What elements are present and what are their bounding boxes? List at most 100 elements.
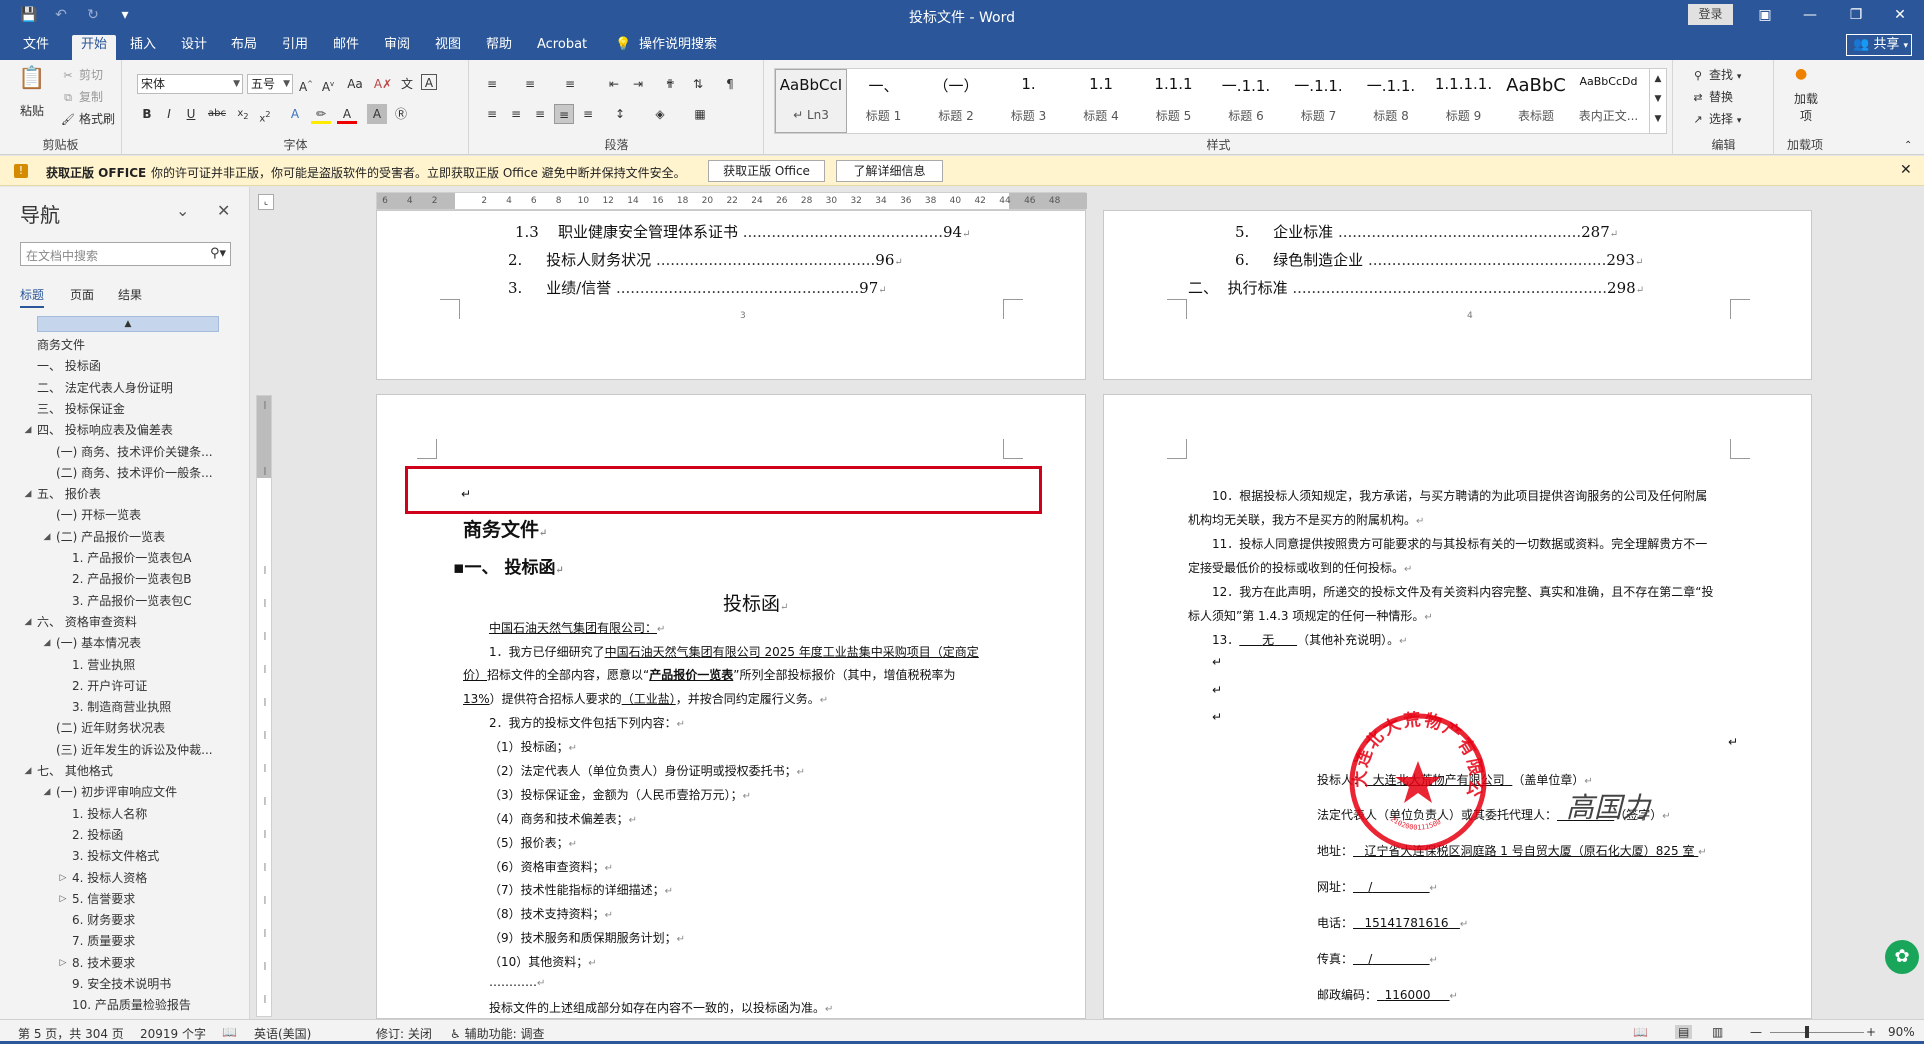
paragraph[interactable]: 1．我方已仔细研究了中国石油天然气集团有限公司 2025 年度工业盐集中采购项目… bbox=[489, 643, 979, 660]
change-case-icon[interactable]: Aa bbox=[345, 74, 365, 94]
vertical-ruler[interactable]: | | | | | | | | | | | | | | | | bbox=[256, 395, 272, 1017]
expand-icon[interactable]: ▷ bbox=[58, 953, 68, 974]
content-list-item[interactable]: （9）技术服务和质保期服务计划；↵ bbox=[489, 929, 685, 946]
find-button[interactable]: ⚲ 查找 ▾ bbox=[1690, 66, 1741, 83]
nav-heading-item[interactable]: ◢ (一) 基本情况表 bbox=[44, 633, 240, 654]
style-item[interactable]: AaBbCcI ↵ Ln3 bbox=[775, 69, 847, 133]
underline-icon[interactable]: U bbox=[181, 104, 201, 124]
paragraph[interactable]: 定接受最低价的投标或收到的任何投标。↵ bbox=[1188, 559, 1412, 576]
paste-icon[interactable]: 📋 bbox=[18, 66, 45, 91]
accessibility-status[interactable]: ♿ 辅助功能: 调查 bbox=[450, 1025, 544, 1042]
web-layout-icon[interactable]: ▥ bbox=[1712, 1025, 1723, 1039]
page-6[interactable]: 10．根据投标人须知规定，我方承诺，与买方聘请的为此项目提供咨询服务的公司及任何… bbox=[1103, 394, 1812, 1019]
zoom-slider-thumb[interactable] bbox=[1805, 1026, 1809, 1038]
style-item[interactable]: 一.1.1. 标题 6 bbox=[1210, 69, 1282, 133]
nav-heading-item[interactable]: 1. 营业执照 bbox=[72, 655, 240, 676]
login-button[interactable]: 登录 bbox=[1688, 4, 1733, 25]
grow-font-icon[interactable]: A^ bbox=[296, 74, 316, 94]
collapse-icon[interactable]: ◢ bbox=[23, 420, 33, 441]
zipcode-line[interactable]: 邮政编码： 116000 ↵ bbox=[1317, 986, 1458, 1003]
content-list-item[interactable]: （7）技术性能指标的详细描述；↵ bbox=[489, 881, 673, 898]
clear-formatting-icon[interactable]: A✗ bbox=[373, 74, 393, 94]
content-list-item[interactable]: （2）法定代表人（单位负责人）身份证明或授权委托书；↵ bbox=[489, 762, 805, 779]
nav-heading-item[interactable]: 1. 产品报价一览表包A bbox=[72, 548, 240, 569]
nav-heading-item[interactable]: ◢ 五、 报价表 bbox=[25, 484, 240, 505]
replace-button[interactable]: ⇄ 替换 bbox=[1690, 88, 1733, 105]
close-window-icon[interactable]: ✕ bbox=[1880, 3, 1920, 27]
tab-design[interactable]: 设计 bbox=[172, 35, 216, 60]
expand-icon[interactable]: ▷ bbox=[58, 868, 68, 889]
paragraph[interactable]: 13． 无 （其他补充说明）。↵ bbox=[1212, 631, 1407, 648]
nav-heading-item[interactable]: 3. 投标文件格式 bbox=[72, 846, 240, 867]
toc-line[interactable]: 6. 绿色制造企业 ..............................… bbox=[1235, 249, 1643, 270]
font-color-icon[interactable]: A bbox=[337, 104, 357, 124]
read-mode-icon[interactable]: 📖 bbox=[1633, 1025, 1648, 1039]
style-item[interactable]: 1.1.1.1. 标题 9 bbox=[1428, 69, 1500, 133]
track-changes-status[interactable]: 修订: 关闭 bbox=[376, 1025, 432, 1042]
character-border-icon[interactable]: A bbox=[421, 74, 437, 90]
show-marks-icon[interactable]: ¶ bbox=[720, 74, 740, 94]
nav-tab-headings[interactable]: 标题 bbox=[20, 286, 45, 308]
tab-help[interactable]: 帮助 bbox=[477, 35, 521, 60]
collapse-icon[interactable]: ◢ bbox=[42, 633, 52, 654]
paragraph[interactable]: 11．投标人同意提供按照贵方可能要求的与其投标有关的一切数据或资料。完全理解贵方… bbox=[1212, 535, 1707, 552]
bullets-icon[interactable]: ≡ bbox=[482, 74, 502, 94]
nav-heading-item[interactable]: 6. 财务要求 bbox=[72, 910, 240, 931]
style-item[interactable]: AaBbC 表标题 bbox=[1500, 69, 1572, 133]
tab-review[interactable]: 审阅 bbox=[375, 35, 419, 60]
paragraph[interactable]: 2．我方的投标文件包括下列内容：↵ bbox=[489, 714, 685, 731]
tab-home[interactable]: 开始 bbox=[72, 35, 117, 60]
toc-line[interactable]: 二、 执行标准 ................................… bbox=[1188, 277, 1644, 298]
align-left-icon[interactable]: ≡ bbox=[482, 104, 502, 124]
cut-button[interactable]: ✂ 剪切 bbox=[60, 66, 103, 83]
shrink-font-icon[interactable]: Av bbox=[318, 74, 338, 94]
nav-tab-pages[interactable]: 页面 bbox=[70, 286, 94, 303]
toc-line[interactable]: 5. 企业标准 ................................… bbox=[1235, 221, 1618, 242]
paragraph[interactable]: 13%）提供符合招标人要求的（工业盐），并按合同约定履行义务。↵ bbox=[463, 690, 828, 707]
minimize-icon[interactable]: — bbox=[1790, 3, 1830, 27]
font-size-combo[interactable]: 五号 ▼ bbox=[247, 74, 293, 94]
styles-more-icon[interactable]: ▲ ▼ ▼ bbox=[1649, 68, 1667, 134]
paste-button[interactable]: 粘贴 bbox=[20, 102, 44, 119]
style-item[interactable]: 一、 标题 1 bbox=[848, 69, 920, 133]
toc-line[interactable]: 3. 业绩/信誉 ...............................… bbox=[508, 277, 887, 298]
expand-icon[interactable]: ▷ bbox=[58, 889, 68, 910]
enclose-characters-icon[interactable]: Ⓡ bbox=[391, 104, 411, 124]
addins-icon[interactable]: ● bbox=[1795, 66, 1807, 82]
print-layout-icon[interactable]: ▤ bbox=[1675, 1025, 1693, 1039]
content-list-item[interactable]: （10）其他资料；↵ bbox=[489, 953, 597, 970]
tab-view[interactable]: 视图 bbox=[426, 35, 470, 60]
nav-heading-item[interactable]: 2. 产品报价一览表包B bbox=[72, 569, 240, 590]
toc-line[interactable]: 2. 投标人财务状况 .............................… bbox=[508, 249, 903, 270]
assistant-widget-icon[interactable]: ✿ bbox=[1885, 940, 1919, 974]
line-spacing-icon[interactable]: ↕ bbox=[610, 104, 630, 124]
nav-heading-item[interactable]: 三、 投标保证金 bbox=[37, 399, 240, 420]
tab-acrobat[interactable]: Acrobat bbox=[528, 35, 596, 60]
addins-button[interactable]: 加载项 bbox=[1791, 90, 1821, 124]
paragraph[interactable]: 价）招标文件的全部内容，愿意以“产品报价一览表”所列全部投标报价（其中，增值税税… bbox=[463, 666, 955, 683]
nav-heading-item[interactable]: ▷ 4. 投标人资格 bbox=[60, 868, 240, 889]
nav-heading-item[interactable]: 二、 法定代表人身份证明 bbox=[37, 378, 240, 399]
superscript-icon[interactable]: x2 bbox=[255, 104, 275, 124]
center-title[interactable]: 投标函↵ bbox=[723, 589, 788, 616]
paragraph[interactable]: …………↵ bbox=[489, 975, 545, 989]
nav-heading-item[interactable]: 1. 投标人名称 bbox=[72, 804, 240, 825]
page-3[interactable]: 1.3 职业健康安全管理体系证书 .......................… bbox=[376, 210, 1086, 380]
text-effects-icon[interactable]: A bbox=[285, 104, 305, 124]
style-item[interactable]: 1.1 标题 4 bbox=[1065, 69, 1137, 133]
highlight-icon[interactable]: ✏ bbox=[311, 104, 331, 124]
nav-heading-item[interactable]: (一) 商务、技术评价关键条... bbox=[56, 442, 240, 463]
language[interactable]: 英语(美国) bbox=[254, 1025, 311, 1042]
content-list-item[interactable]: （8）技术支持资料；↵ bbox=[489, 905, 613, 922]
font-name-combo[interactable]: 宋体 ▼ bbox=[137, 74, 243, 94]
collapse-icon[interactable]: ◢ bbox=[42, 527, 52, 548]
content-list-item[interactable]: （4）商务和技术偏差表；↵ bbox=[489, 810, 637, 827]
nav-heading-item[interactable]: 3. 制造商营业执照 bbox=[72, 697, 240, 718]
horizontal-ruler[interactable]: 6 4 2 2 4 6 8 10 12 14 16 18 20 22 24 26 28 30 32 34 36 38 40 4… bbox=[376, 192, 1087, 210]
nav-heading-item[interactable]: 7. 质量要求 bbox=[72, 931, 240, 952]
tell-me-search[interactable]: 操作说明搜索 bbox=[630, 35, 726, 60]
paragraph[interactable]: 10．根据投标人须知规定，我方承诺，与买方聘请的为此项目提供咨询服务的公司及任何… bbox=[1212, 487, 1707, 504]
nav-heading-item[interactable]: ◢ (一) 初步评审响应文件 bbox=[44, 782, 240, 803]
distributed-icon[interactable]: ≡ bbox=[578, 104, 598, 124]
borders-icon[interactable]: ▦ bbox=[690, 104, 710, 124]
